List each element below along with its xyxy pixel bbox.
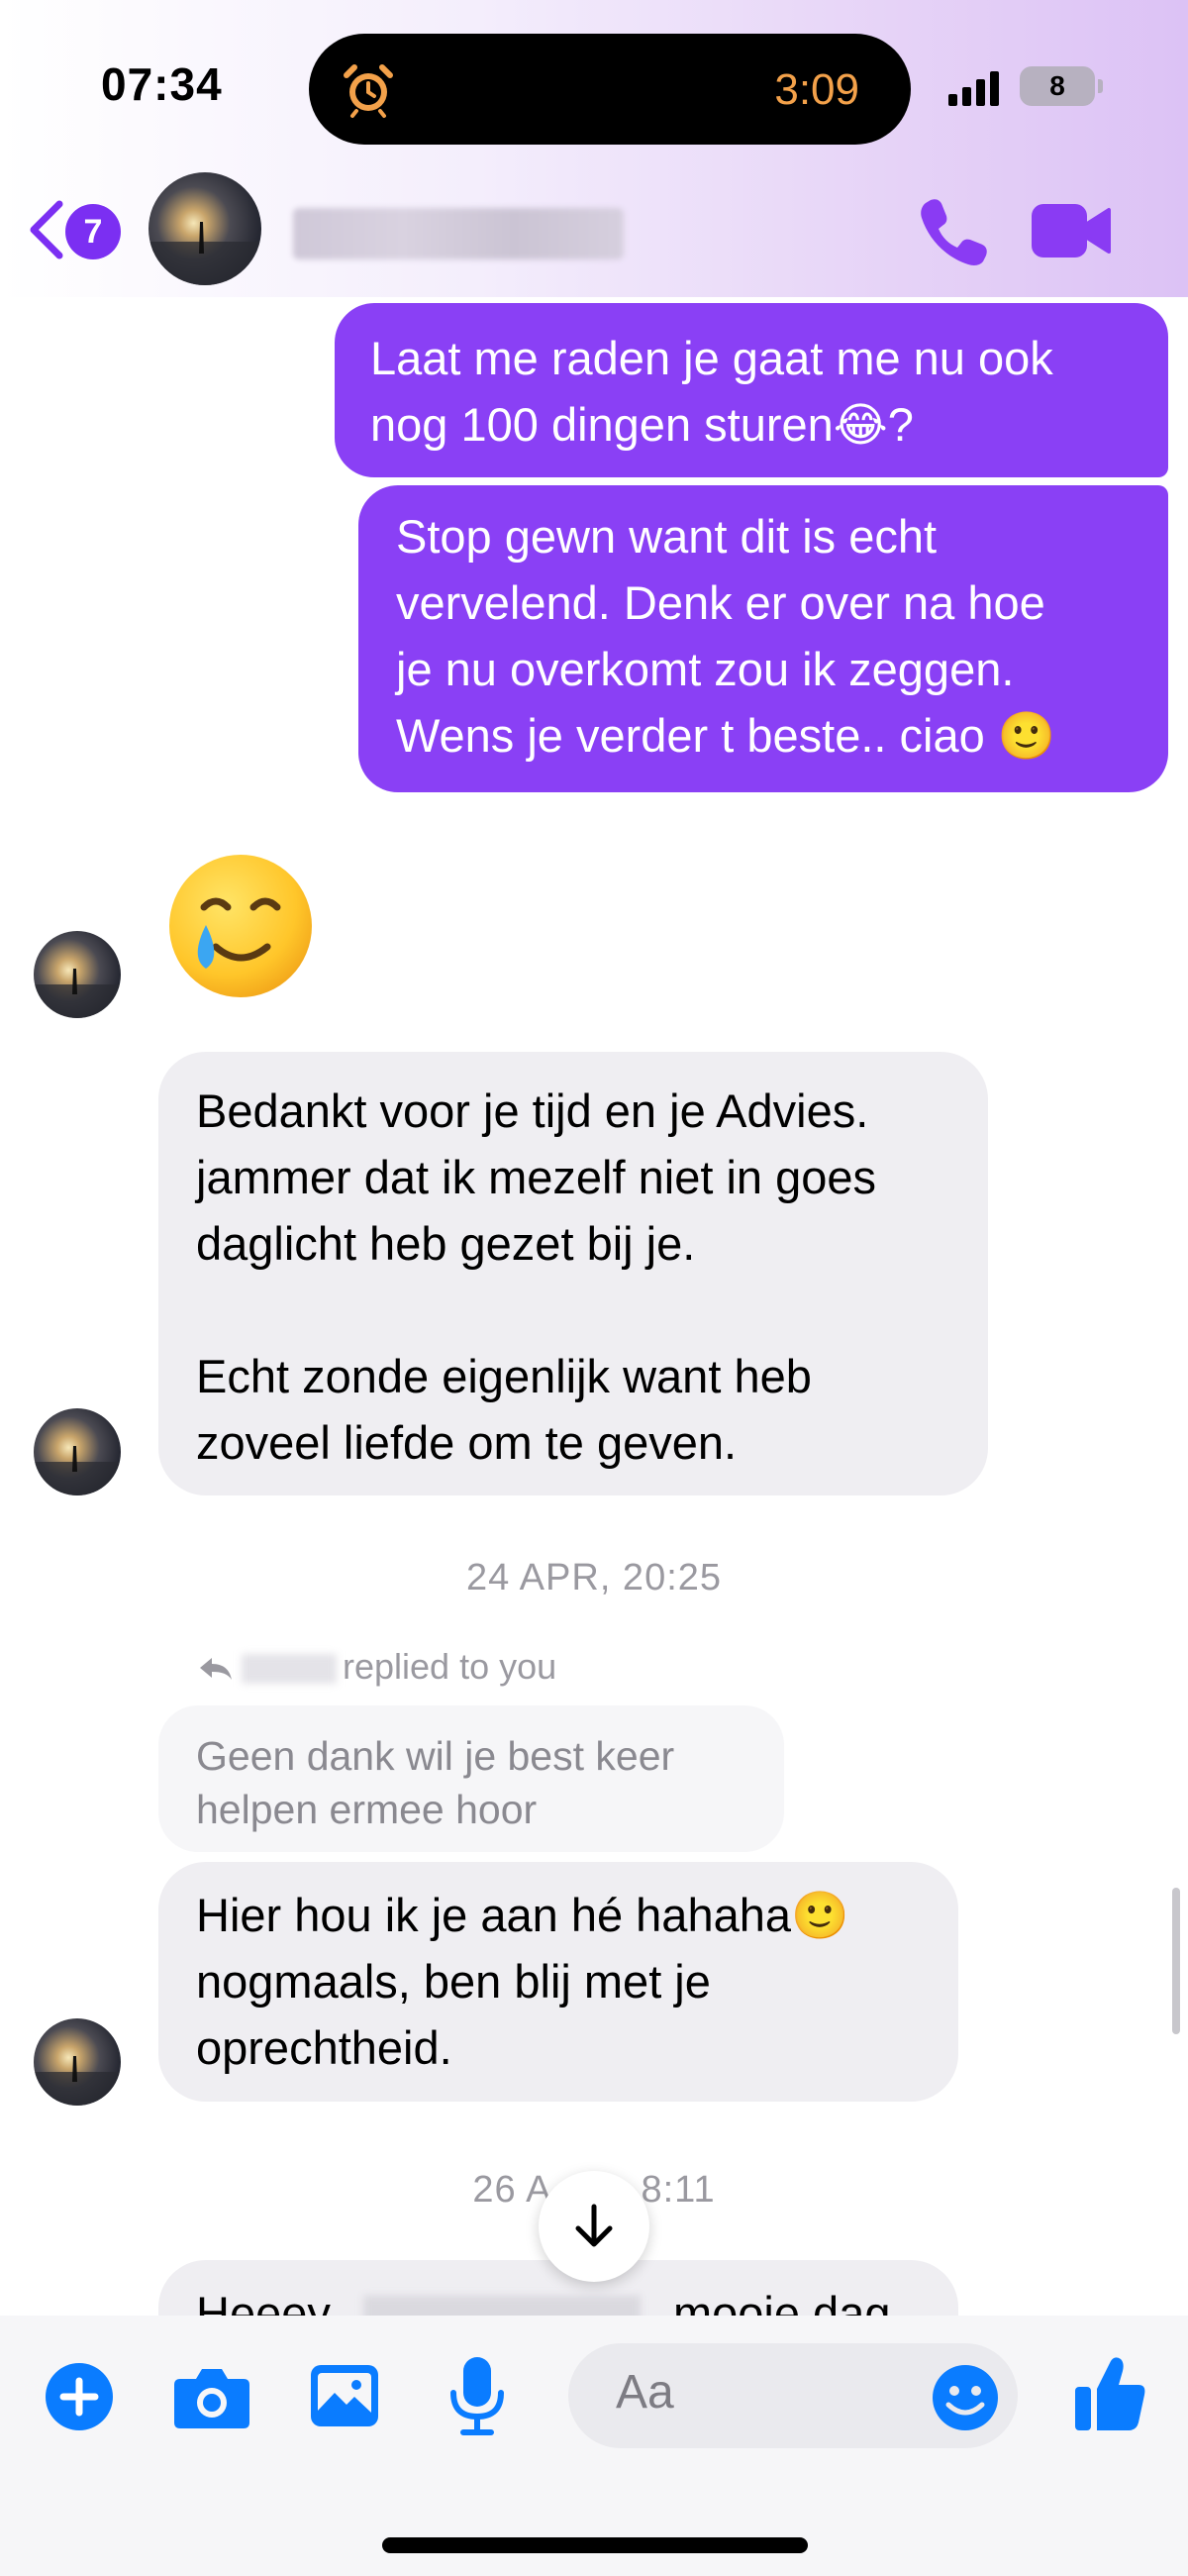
message-line: vervelend. Denk er over na hoe [396, 576, 1045, 629]
contact-avatar-small[interactable] [34, 1408, 121, 1495]
timestamp-right: 8:11 [641, 2169, 716, 2211]
emoji-icon[interactable] [931, 2363, 1000, 2432]
message-line: Bedankt voor je tijd en je Advies. [196, 1084, 869, 1137]
message-line: Laat me raden je gaat me nu ook [370, 332, 1053, 384]
plus-icon[interactable] [44, 2361, 115, 2432]
message-line: Stop gewn want dit is echt [396, 510, 938, 563]
outgoing-message[interactable]: Laat me raden je gaat me nu ook nog 100 … [335, 303, 1168, 477]
smiling-face-with-tear-emoji[interactable] [166, 852, 315, 1000]
status-time: 07:34 [101, 58, 223, 110]
message-input-placeholder: Aa [616, 2366, 674, 2419]
messenger-chat-screen: 07:34 3:09 8 7 Laat me raden je gaat me … [0, 0, 1188, 2576]
contact-avatar[interactable] [148, 172, 261, 285]
home-indicator[interactable] [382, 2537, 808, 2553]
dynamic-island: 3:09 [309, 34, 911, 145]
timestamp-left: 26 A [472, 2169, 552, 2211]
island-timer: 3:09 [774, 65, 859, 114]
scroll-to-bottom-button[interactable] [539, 2171, 649, 2282]
video-camera-icon[interactable] [1030, 200, 1113, 261]
message-line: Wens je verder t beste.. ciao 🙂 [396, 709, 1056, 762]
arrow-down-icon [575, 2204, 613, 2247]
gallery-icon[interactable] [309, 2363, 380, 2428]
quoted-line: Geen dank wil je best keer [196, 1733, 675, 1779]
unread-count-badge[interactable]: 7 [65, 204, 121, 259]
message-line: nog 100 dingen sturen😂? [370, 398, 914, 451]
reply-arrow-icon [200, 1658, 232, 1681]
cellular-signal-icon [948, 71, 999, 106]
chat-header: 07:34 3:09 8 7 [0, 0, 1188, 297]
message-line: Hier hou ik je aan hé hahaha🙂 [196, 1889, 849, 1941]
message-line [196, 1277, 950, 1343]
redacted-name [242, 1654, 337, 1685]
message-line: zoveel liefde om te geven. [196, 1416, 738, 1469]
message-line: nogmaals, ben blij met je [196, 1955, 711, 2008]
incoming-message[interactable]: Bedankt voor je tijd en je Advies. jamme… [158, 1052, 988, 1495]
outgoing-message[interactable]: Stop gewn want dit is echt vervelend. De… [358, 485, 1168, 792]
phone-icon[interactable] [917, 194, 992, 269]
reply-indicator: replied to you [196, 1646, 556, 1688]
message-line: daglicht heb gezet bij je. [196, 1217, 696, 1270]
back-chevron-icon[interactable] [26, 198, 65, 261]
message-line: oprechtheid. [196, 2021, 452, 2074]
microphone-icon[interactable] [447, 2355, 507, 2438]
reply-note-text: replied to you [343, 1646, 557, 1687]
message-timestamp: 24 APR, 20:25 [465, 1557, 723, 1598]
battery-icon: 8 [1020, 66, 1103, 106]
contact-avatar-small[interactable] [34, 931, 121, 1018]
contact-name-redacted[interactable] [293, 208, 624, 259]
message-line: je nu overkomt zou ik zeggen. [396, 643, 1015, 695]
quoted-line: helpen ermee hoor [196, 1787, 538, 1832]
thumbs-up-icon[interactable] [1073, 2353, 1146, 2432]
message-line: jammer dat ik mezelf niet in goes [196, 1151, 877, 1203]
camera-icon[interactable] [172, 2361, 251, 2432]
scrollbar[interactable] [1172, 1888, 1180, 2034]
quoted-message[interactable]: Geen dank wil je best keer helpen ermee … [158, 1705, 784, 1852]
contact-avatar-small[interactable] [34, 2018, 121, 2106]
alarm-clock-icon [344, 64, 393, 118]
message-line: Echt zonde eigenlijk want heb [196, 1350, 812, 1402]
incoming-message[interactable]: Hier hou ik je aan hé hahaha🙂 nogmaals, … [158, 1862, 958, 2102]
